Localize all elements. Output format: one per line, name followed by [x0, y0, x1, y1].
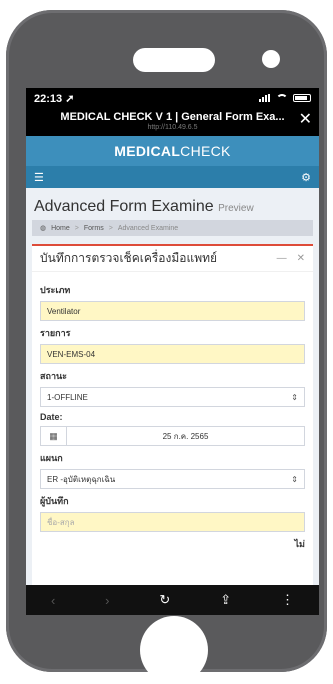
home-button[interactable] — [140, 616, 208, 684]
battery-icon — [293, 94, 311, 102]
form-box-header: บันทึกการตรวจเช็คเครื่องมือแพทย์ — ✕ — [32, 246, 313, 272]
item-label: รายการ — [40, 328, 71, 338]
dept-select[interactable]: ER -อุบัติเหตุฉุกเฉิน ⇕ — [40, 469, 305, 489]
close-icon[interactable]: ✕ — [299, 112, 312, 128]
content: Advanced Form Examine Preview ◍ Home > F… — [26, 188, 319, 615]
status-icons — [259, 93, 311, 103]
page-subtitle: Preview — [218, 203, 254, 214]
browser-title: MEDICAL CHECK V 1 | General Form Exa... — [60, 111, 285, 123]
dept-select-value: ER -อุบัติเหตุฉุกเฉิน — [47, 474, 116, 484]
page-title-text: Advanced Form Examine — [34, 198, 214, 215]
box-tools: — ✕ — [277, 253, 305, 264]
date-label: Date: — [40, 412, 63, 422]
camera — [262, 50, 280, 68]
date-field[interactable]: ▦ 25 ก.ค. 2565 — [40, 426, 305, 446]
form-title: บันทึกการตรวจเช็คเครื่องมือแพทย์ — [40, 251, 218, 265]
breadcrumb-home[interactable]: Home — [51, 225, 70, 232]
reload-icon[interactable]: ↻ — [159, 592, 170, 608]
form-box: บันทึกการตรวจเช็คเครื่องมือแพทย์ — ✕ ประ… — [32, 244, 313, 614]
status-time: 22:13 ➚ — [34, 92, 75, 105]
more-icon[interactable]: ⋮ — [281, 592, 294, 608]
screen: 22:13 ➚ MEDICAL CHECK V 1 | General Form… — [26, 88, 319, 615]
browser-titlebar: MEDICAL CHECK V 1 | General Form Exa... … — [26, 108, 319, 136]
type-field[interactable]: Ventilator — [40, 301, 305, 321]
recorder-placeholder: ชื่อ-สกุล — [47, 517, 75, 527]
menu-icon[interactable]: ☰ — [34, 171, 44, 184]
calendar-icon[interactable]: ▦ — [41, 427, 67, 445]
share-icon[interactable]: ⇪ — [220, 592, 231, 608]
phone-frame: 22:13 ➚ MEDICAL CHECK V 1 | General Form… — [6, 10, 327, 684]
next-label: ไม่ — [294, 539, 305, 549]
page-title: Advanced Form Examine Preview — [32, 188, 313, 220]
recorder-field[interactable]: ชื่อ-สกุล — [40, 512, 305, 532]
settings-icon[interactable]: ⚙ — [301, 171, 311, 184]
chevron-right-icon[interactable]: › — [105, 593, 109, 608]
status-select[interactable]: 1-OFFLINE ⇕ — [40, 387, 305, 407]
wifi-icon — [276, 93, 288, 103]
breadcrumb-separator: > — [74, 224, 79, 232]
date-value: 25 ก.ค. 2565 — [162, 431, 209, 441]
collapse-icon[interactable]: — — [277, 253, 287, 264]
chevron-left-icon[interactable]: ‹ — [51, 593, 55, 608]
navbar: ☰ ⚙ — [26, 166, 319, 188]
dashboard-icon: ◍ — [40, 225, 47, 232]
signal-icon — [259, 94, 271, 102]
status-bar: 22:13 ➚ — [26, 88, 319, 108]
brand-bold: MEDICAL — [114, 143, 181, 159]
recorder-label: ผู้บันทึก — [40, 496, 69, 506]
dept-label: แผนก — [40, 453, 63, 463]
breadcrumb-separator: > — [108, 224, 113, 232]
speaker — [133, 48, 215, 72]
form-body: ประเภท Ventilator รายการ VEN-EMS-04 สถาน… — [32, 272, 313, 557]
status-select-value: 1-OFFLINE — [47, 392, 88, 402]
brand-light: CHECK — [180, 143, 231, 159]
select-caret-icon: ⇕ — [291, 392, 298, 402]
browser-url[interactable]: http://110.49.6.5 — [26, 124, 319, 131]
browser-toolbar: ‹ › ↻ ⇪ ⋮ — [26, 585, 319, 615]
select-caret-icon: ⇕ — [291, 474, 298, 484]
item-field[interactable]: VEN-EMS-04 — [40, 344, 305, 364]
status-label: สถานะ — [40, 371, 67, 381]
breadcrumb: ◍ Home > Forms > Advanced Examine — [32, 220, 313, 236]
breadcrumb-forms[interactable]: Forms — [84, 225, 104, 232]
breadcrumb-current: Advanced Examine — [117, 224, 179, 232]
remove-icon[interactable]: ✕ — [297, 253, 305, 264]
brand-header[interactable]: MEDICAL CHECK — [26, 136, 319, 166]
type-label: ประเภท — [40, 285, 71, 295]
